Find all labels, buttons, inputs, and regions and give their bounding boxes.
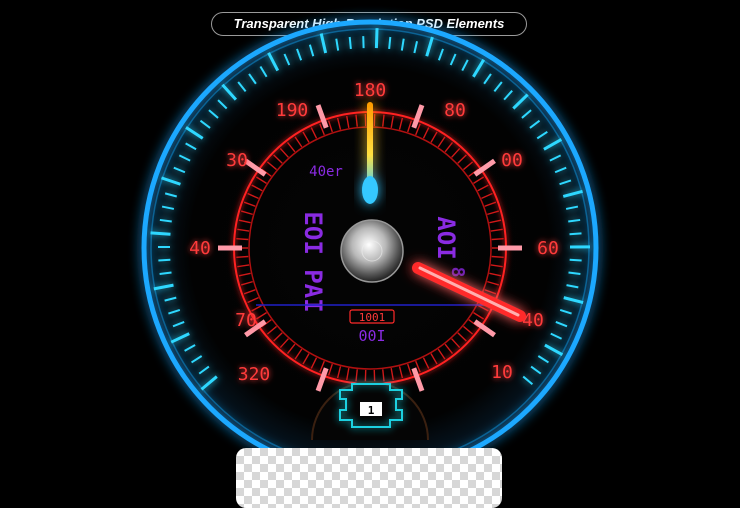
- inner-label: 40er: [309, 164, 343, 180]
- transparent-preview-panel: [236, 448, 502, 508]
- needle-hub: [341, 220, 403, 282]
- trip-value: 00I: [358, 327, 385, 345]
- scale-label: 10: [491, 362, 513, 383]
- odometer-value: 1001: [359, 311, 386, 324]
- outer-tick: [376, 28, 377, 48]
- gear-value: 1: [368, 404, 375, 417]
- scale-label: 320: [238, 364, 271, 385]
- scale-label: 190: [276, 100, 309, 121]
- outer-tick: [158, 260, 170, 261]
- scale-label: 00: [501, 150, 523, 171]
- outer-tick: [151, 233, 171, 234]
- scale-label: 80: [444, 100, 466, 121]
- scale-label: 70: [235, 310, 257, 331]
- outer-tick: [570, 260, 582, 261]
- right-readout: AOI: [432, 216, 460, 259]
- scale-label: 180: [354, 80, 387, 101]
- speedometer-gauge: 180 80 00 60 40 10 320 70 40 30 190 EOI …: [0, 0, 740, 493]
- scale-label: 60: [537, 238, 559, 259]
- outer-tick: [570, 233, 582, 234]
- inner-tick: [236, 239, 248, 240]
- scale-label: 30: [226, 150, 248, 171]
- left-readout: EOI PAI: [299, 211, 327, 312]
- right-readout-extra: 8: [447, 267, 468, 278]
- outer-tick: [350, 37, 351, 49]
- inner-tick: [492, 239, 504, 240]
- scale-label: 40: [522, 310, 544, 331]
- inner-tick: [492, 257, 504, 258]
- scale-label: 40: [189, 238, 211, 259]
- inner-tick: [236, 257, 248, 258]
- outer-tick: [389, 37, 390, 49]
